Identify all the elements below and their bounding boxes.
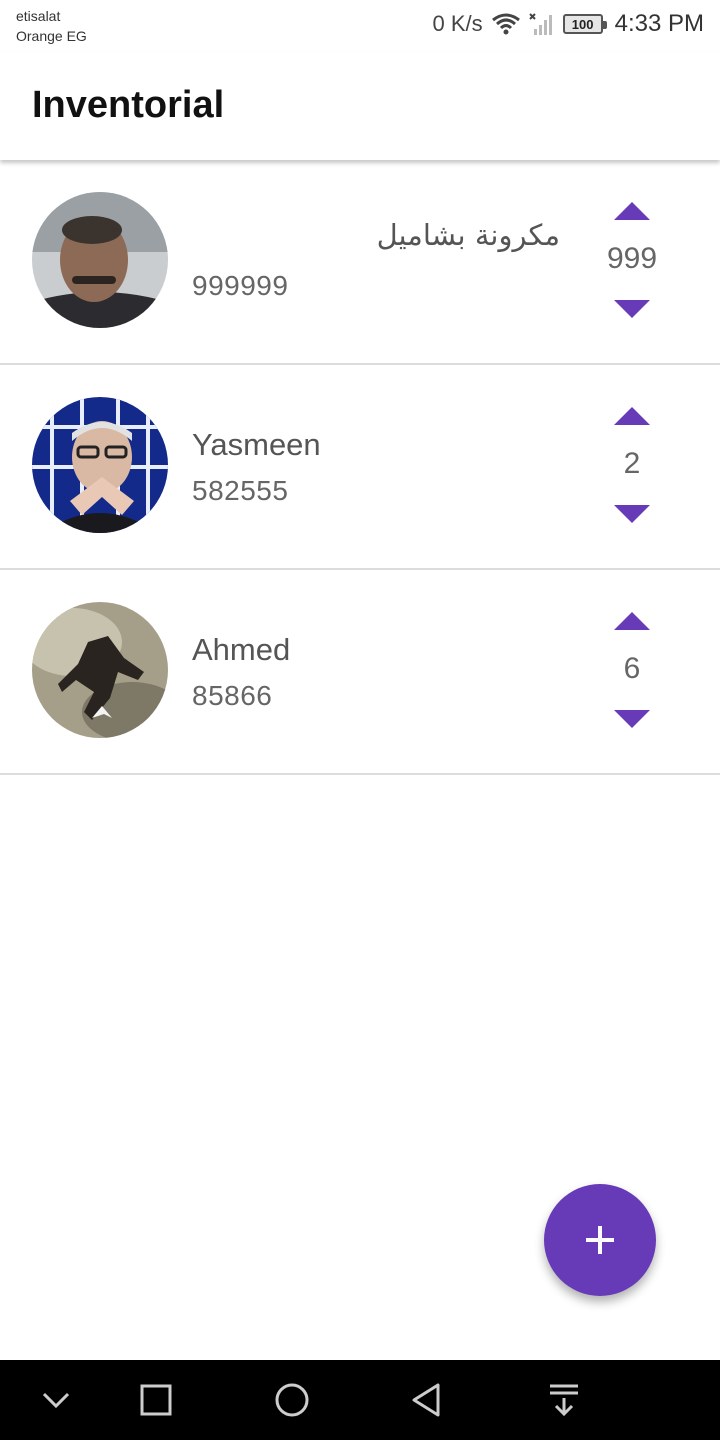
item-quantity: 6 xyxy=(623,652,641,685)
list-item[interactable]: Yasmeen 582555 2 xyxy=(0,365,720,570)
decrease-quantity-button[interactable] xyxy=(614,710,650,730)
list-item[interactable]: Ahmed 85866 6 xyxy=(0,570,720,775)
inventory-list: مكرونة بشاميل 999999 999 Yasmeen 582555 … xyxy=(0,160,720,775)
decrease-quantity-button[interactable] xyxy=(614,300,650,320)
item-price: 582555 xyxy=(192,475,289,506)
avatar xyxy=(32,397,168,533)
carrier-secondary-name: Orange EG xyxy=(16,28,87,44)
network-speed: 0 K/s xyxy=(432,11,483,36)
quantity-stepper: 2 xyxy=(600,405,664,525)
status-indicators: 0 K/s 100 4:33 PM xyxy=(432,8,704,40)
avatar xyxy=(32,602,168,738)
quantity-stepper: 999 xyxy=(600,200,664,320)
item-name: مكرونة بشاميل xyxy=(376,218,560,252)
item-name: Ahmed xyxy=(192,632,291,667)
avatar xyxy=(32,192,168,328)
item-quantity: 2 xyxy=(623,447,641,480)
app-bar: Inventorial xyxy=(0,52,720,160)
item-quantity: 999 xyxy=(606,242,658,275)
item-name: Yasmeen xyxy=(192,427,321,462)
battery-icon: 100 xyxy=(562,14,607,34)
increase-quantity-button[interactable] xyxy=(614,405,650,425)
plus-icon xyxy=(586,1226,614,1254)
signal-icon xyxy=(528,13,552,35)
item-price: 85866 xyxy=(192,680,273,711)
list-item[interactable]: مكرونة بشاميل 999999 999 xyxy=(0,160,720,365)
home-icon[interactable] xyxy=(272,1380,312,1420)
back-icon[interactable] xyxy=(408,1380,448,1420)
chevron-down-icon[interactable] xyxy=(36,1380,76,1420)
recents-icon[interactable] xyxy=(136,1380,176,1420)
decrease-quantity-button[interactable] xyxy=(614,505,650,525)
increase-quantity-button[interactable] xyxy=(614,610,650,630)
clock: 4:33 PM xyxy=(614,10,704,37)
battery-level: 100 xyxy=(571,16,594,32)
carrier-info: etisalat Orange EG xyxy=(16,6,87,46)
navigation-bar xyxy=(0,1360,720,1440)
status-bar: etisalat Orange EG 0 K/s 100 4:33 PM xyxy=(0,0,720,52)
quantity-stepper: 6 xyxy=(600,610,664,730)
notifications-pull-icon[interactable] xyxy=(544,1380,584,1420)
carrier-name: etisalat xyxy=(16,8,61,24)
wifi-icon xyxy=(491,13,520,35)
item-price: 999999 xyxy=(192,270,289,301)
increase-quantity-button[interactable] xyxy=(614,200,650,220)
page-title: Inventorial xyxy=(32,84,225,126)
add-item-button[interactable] xyxy=(544,1184,656,1296)
